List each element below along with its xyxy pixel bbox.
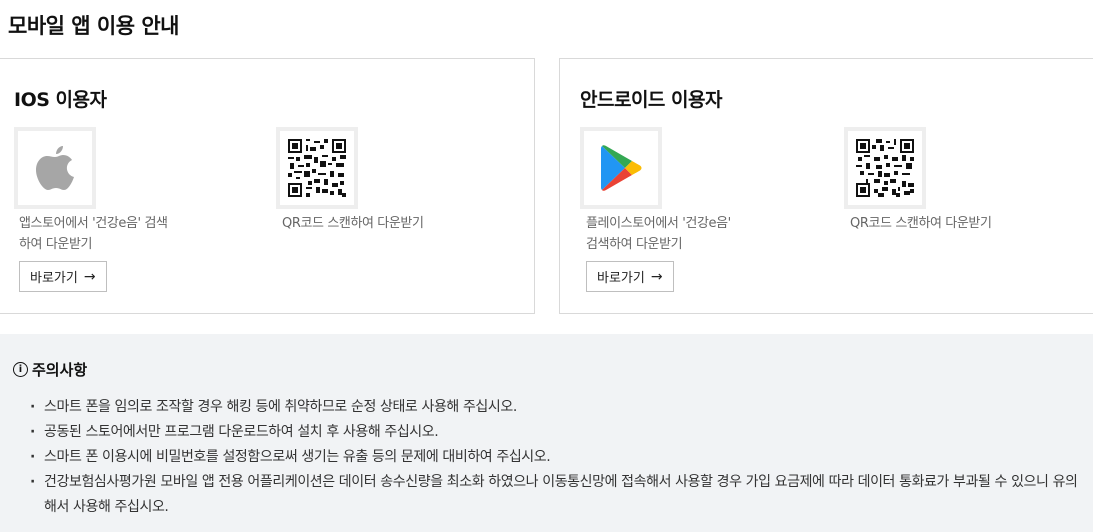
notice-title: i 주의사항 [13, 359, 87, 380]
ios-card-title: IOS 이용자 [14, 89, 107, 111]
arrow-right-icon: → [83, 268, 96, 285]
android-shortcut-button-label: 바로가기 [597, 271, 645, 286]
qr-code-icon [288, 139, 346, 197]
notice-item: 스마트 폰 이용시에 비밀번호를 설정함으로써 생기는 유출 등의 문제에 대비… [30, 445, 1080, 470]
qr-code-icon [856, 139, 914, 197]
play-store-icon-box [580, 127, 662, 209]
play-store-description: 플레이스토어에서 '건강e음' 검색하여 다운받기 [586, 216, 731, 252]
ios-shortcut-button-label: 바로가기 [30, 271, 78, 286]
info-icon: i [13, 362, 28, 377]
notice-section: i 주의사항 스마트 폰을 임의로 조작할 경우 해킹 등에 취약하므로 순정 … [0, 334, 1093, 532]
page-title: 모바일 앱 이용 안내 [8, 14, 180, 38]
android-card-title: 안드로이드 이용자 [580, 89, 722, 111]
android-qr-box [844, 127, 926, 209]
ios-qr-description: QR코드 스캔하여 다운받기 [282, 216, 424, 231]
notice-item: 건강보험심사평가원 모바일 앱 전용 어플리케이션은 데이터 송수신량을 최소화… [30, 470, 1080, 520]
ios-qr-box [276, 127, 358, 209]
arrow-right-icon: → [650, 268, 663, 285]
notice-item: 공동된 스토어에서만 프로그램 다운로드하여 설치 후 사용해 주십시오. [30, 420, 1080, 445]
notice-title-text: 주의사항 [32, 361, 88, 379]
android-card: 안드로이드 이용자 플레이스토어에서 '건강e음' 검색하여 다운받기 QR코드… [559, 58, 1093, 314]
ios-card: IOS 이용자 앱스토어에서 '건강e음' 검색하여 다운받기 QR코드 스캔하… [0, 58, 535, 314]
app-store-description: 앱스토어에서 '건강e음' 검색하여 다운받기 [19, 216, 168, 252]
android-shortcut-button[interactable]: 바로가기 → [586, 261, 674, 292]
android-qr-description: QR코드 스캔하여 다운받기 [850, 216, 992, 231]
ios-shortcut-button[interactable]: 바로가기 → [19, 261, 107, 292]
notice-item: 스마트 폰을 임의로 조작할 경우 해킹 등에 취약하므로 순정 상태로 사용해… [30, 395, 1080, 420]
google-play-logo-icon [601, 145, 642, 191]
app-store-icon-box [14, 127, 96, 209]
notice-list: 스마트 폰을 임의로 조작할 경우 해킹 등에 취약하므로 순정 상태로 사용해… [30, 395, 1080, 520]
apple-logo-icon [36, 146, 74, 190]
